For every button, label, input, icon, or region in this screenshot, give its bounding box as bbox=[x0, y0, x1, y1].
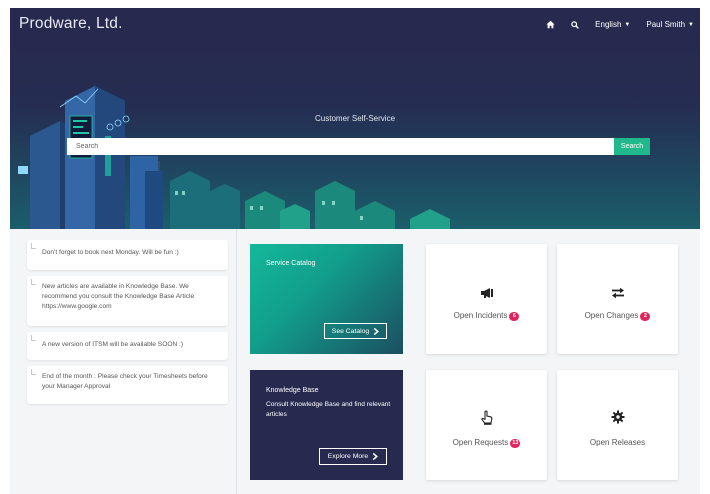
open-changes-label: Open Changes 2 bbox=[557, 311, 678, 321]
isometric-city-illustration bbox=[18, 86, 450, 229]
search-input[interactable] bbox=[67, 138, 614, 155]
brand-name[interactable]: Prodware, Ltd. bbox=[19, 15, 123, 33]
service-catalog-title: Service Catalog bbox=[266, 260, 316, 267]
knowledge-base-title: Knowledge Base bbox=[266, 387, 319, 394]
open-requests-label: Open Requests 13 bbox=[426, 438, 547, 448]
changes-count-badge: 2 bbox=[640, 312, 651, 321]
news-item: Don't forget to book next Monday. Will b… bbox=[27, 240, 228, 270]
open-incidents-tile[interactable]: Open Incidents 6 bbox=[426, 244, 547, 354]
search-button[interactable] bbox=[571, 20, 580, 29]
explore-more-button[interactable]: Explore More bbox=[319, 448, 387, 465]
column-divider bbox=[236, 229, 237, 494]
hero-title: Customer Self-Service bbox=[315, 114, 396, 123]
news-item: End of the month : Please check your Tim… bbox=[27, 366, 228, 404]
home-button[interactable] bbox=[546, 20, 555, 29]
flag-icon bbox=[31, 369, 36, 375]
flag-icon bbox=[31, 279, 36, 285]
explore-more-label: Explore More bbox=[327, 453, 369, 460]
home-icon bbox=[546, 20, 555, 29]
flag-icon bbox=[31, 335, 36, 341]
knowledge-base-description: Consult Knowledge Base and find relevant… bbox=[266, 401, 391, 418]
open-changes-text: Open Changes bbox=[584, 311, 639, 320]
gear-icon bbox=[557, 410, 678, 429]
chevron-down-icon: ▼ bbox=[688, 21, 694, 28]
see-catalog-button[interactable]: See Catalog bbox=[324, 323, 387, 339]
news-text: Don't forget to book next Monday. Will b… bbox=[42, 249, 179, 256]
news-text: New articles are available in Knowledge … bbox=[42, 283, 195, 310]
incidents-count-badge: 6 bbox=[509, 312, 520, 321]
hero-search-bar: Search bbox=[67, 138, 650, 155]
news-item: New articles are available in Knowledge … bbox=[27, 276, 228, 326]
chevron-down-icon: ▼ bbox=[624, 21, 631, 28]
open-releases-tile[interactable]: Open Releases bbox=[557, 370, 678, 480]
dashboard-content: Don't forget to book next Monday. Will b… bbox=[10, 229, 700, 494]
megaphone-icon bbox=[426, 286, 547, 304]
see-catalog-label: See Catalog bbox=[331, 327, 370, 335]
chevron-right-icon bbox=[372, 453, 379, 460]
open-incidents-text: Open Incidents bbox=[453, 311, 508, 320]
open-releases-label: Open Releases bbox=[589, 438, 646, 447]
search-submit-button[interactable]: Search bbox=[614, 138, 650, 155]
top-navbar: Prodware, Ltd. English ▼ Paul Smith ▼ bbox=[10, 8, 700, 41]
open-requests-text: Open Requests bbox=[452, 438, 509, 447]
portal-frame: Prodware, Ltd. English ▼ Paul Smith ▼ Cu… bbox=[10, 8, 700, 494]
search-icon bbox=[571, 20, 580, 29]
news-text: End of the month : Please check your Tim… bbox=[42, 373, 208, 390]
hand-pointer-icon bbox=[426, 410, 547, 430]
news-text: A new version of ITSM will be available … bbox=[42, 341, 184, 348]
user-name: Paul Smith bbox=[646, 20, 686, 29]
open-incidents-label: Open Incidents 6 bbox=[426, 311, 547, 321]
open-changes-tile[interactable]: Open Changes 2 bbox=[557, 244, 678, 354]
language-dropdown[interactable]: English ▼ bbox=[595, 20, 630, 29]
open-requests-tile[interactable]: Open Requests 13 bbox=[426, 370, 547, 480]
hero-banner: Customer Self-Service Search bbox=[10, 41, 700, 229]
service-catalog-card: Service Catalog See Catalog bbox=[250, 244, 403, 354]
flag-icon bbox=[31, 243, 36, 249]
user-menu[interactable]: Paul Smith ▼ bbox=[646, 20, 694, 29]
swap-arrows-icon bbox=[557, 286, 678, 304]
requests-count-badge: 13 bbox=[510, 439, 521, 448]
knowledge-base-card: Knowledge Base Consult Knowledge Base an… bbox=[250, 370, 403, 480]
news-item: A new version of ITSM will be available … bbox=[27, 332, 228, 360]
navbar-actions: English ▼ Paul Smith ▼ bbox=[546, 8, 700, 41]
chevron-right-icon bbox=[373, 327, 380, 335]
language-label: English bbox=[595, 20, 622, 29]
